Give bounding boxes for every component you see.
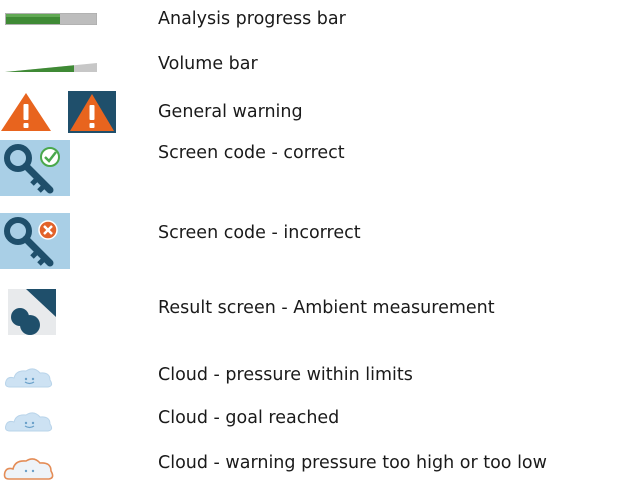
legend-row-screen-code-incorrect: Screen code - incorrect bbox=[0, 213, 622, 269]
legend-row-general-warning: General warning bbox=[0, 91, 622, 133]
legend-label: Cloud - goal reached bbox=[158, 408, 340, 428]
legend-row-cloud-within-limits: Cloud - pressure within limits bbox=[0, 364, 622, 390]
legend-label: Screen code - incorrect bbox=[158, 223, 361, 243]
legend-label: Volume bar bbox=[158, 54, 258, 74]
ambient-measurement-icon bbox=[8, 289, 56, 335]
legend-label: Screen code - correct bbox=[158, 143, 345, 163]
warning-icon-dark-tile bbox=[68, 91, 116, 133]
legend-row-analysis-progress: Analysis progress bar bbox=[0, 6, 622, 30]
analysis-progress-bar-icon bbox=[5, 13, 97, 25]
legend-label: Result screen - Ambient measurement bbox=[158, 298, 495, 318]
volume-bar-icon bbox=[5, 63, 97, 72]
warning-icon bbox=[1, 93, 51, 131]
legend-row-cloud-warning: Cloud - warning pressure too high or too… bbox=[0, 450, 622, 480]
legend-row-screen-code-correct: Screen code - correct bbox=[0, 140, 622, 196]
legend-row-ambient-measurement: Result screen - Ambient measurement bbox=[0, 287, 622, 339]
legend-label: Cloud - warning pressure too high or too… bbox=[158, 453, 547, 473]
legend-label: Cloud - pressure within limits bbox=[158, 365, 413, 385]
cloud-smile-icon bbox=[5, 368, 53, 388]
legend-label: Analysis progress bar bbox=[158, 9, 346, 29]
cloud-warning-icon bbox=[3, 458, 54, 480]
key-cross-icon bbox=[0, 213, 70, 269]
legend-row-cloud-goal-reached: Cloud - goal reached bbox=[0, 407, 622, 433]
legend-label: General warning bbox=[158, 102, 303, 122]
legend-row-volume-bar: Volume bar bbox=[0, 53, 622, 77]
key-check-icon bbox=[0, 140, 70, 196]
cloud-smile-icon bbox=[5, 412, 53, 432]
